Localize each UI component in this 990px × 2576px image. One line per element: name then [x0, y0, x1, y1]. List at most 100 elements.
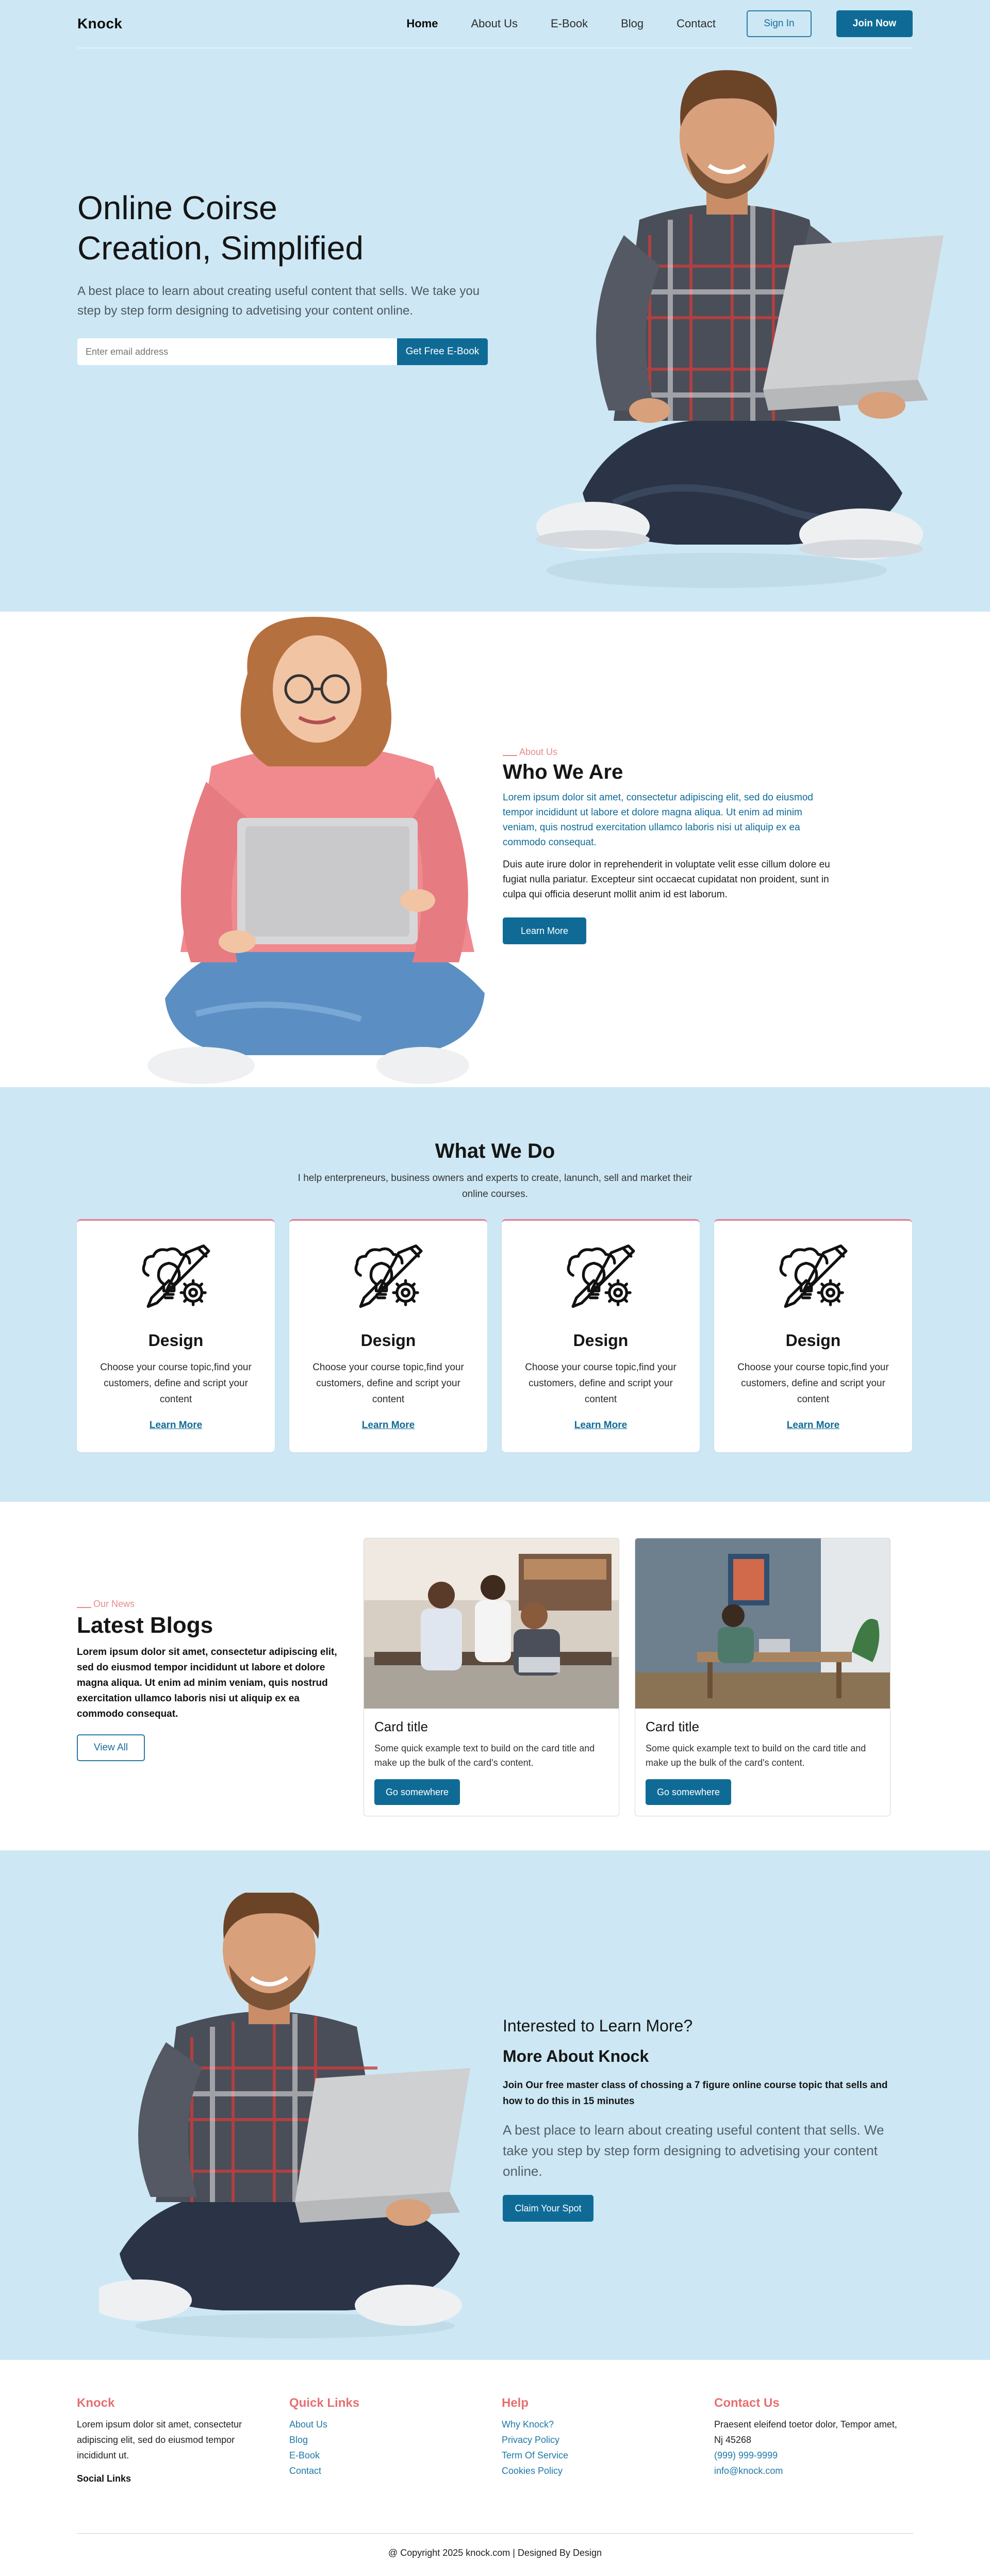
email-input[interactable] — [77, 338, 397, 365]
about-learn-more-button[interactable]: Learn More — [503, 917, 586, 944]
blog-image-home-office — [635, 1538, 890, 1709]
blog-card-title: Card title — [374, 1719, 428, 1734]
hero-subtitle: A best place to learn about creating use… — [77, 284, 480, 318]
design-idea-icon — [142, 1244, 210, 1308]
service-card-text: Choose your course topic,find your custo… — [100, 1362, 252, 1405]
about-person-image — [147, 617, 485, 1084]
about-title: Who We Are — [503, 761, 623, 783]
service-card: Design Choose your course topic,find you… — [289, 1219, 487, 1452]
footer-link-cookies[interactable]: Cookies Policy — [502, 2463, 714, 2479]
footer-col-contact: Contact Us Praesent eleifend toetor dolo… — [714, 2396, 927, 2484]
footer: Knock Lorem ipsum dolor sit amet, consec… — [0, 2360, 990, 2576]
hero-section: Knock Home About Us E-Book Blog Contact … — [0, 0, 990, 612]
hero-title: Online Coirse Creation, Simplified — [77, 188, 500, 268]
service-cards: Design Choose your course topic,find you… — [77, 1219, 912, 1452]
nav-link-about[interactable]: About Us — [471, 17, 518, 30]
footer-link-terms[interactable]: Term Of Service — [502, 2448, 714, 2463]
footer-link-ebook[interactable]: E-Book — [289, 2448, 502, 2463]
nav-link-home[interactable]: Home — [406, 17, 438, 30]
cta-section: Interested to Learn More? More About Kno… — [0, 1850, 990, 2360]
blog-card-text: Some quick example text to build on the … — [374, 1743, 595, 1768]
footer-link-contact[interactable]: Contact — [289, 2463, 502, 2479]
service-card: Design Choose your course topic,find you… — [77, 1219, 275, 1452]
services-section: What We Do I help enterpreneurs, busines… — [0, 1087, 990, 1502]
about-body: Duis aute irure dolor in reprehenderit i… — [503, 859, 830, 900]
nav-link-blog[interactable]: Blog — [621, 17, 644, 30]
service-card-text: Choose your course topic,find your custo… — [312, 1362, 464, 1405]
service-card: Design Choose your course topic,find you… — [502, 1219, 700, 1452]
blog-card-title: Card title — [646, 1719, 700, 1734]
hero-title-line1: Online Coirse — [77, 189, 277, 226]
go-somewhere-button[interactable]: Go somewhere — [374, 1779, 460, 1805]
cta-person-image — [99, 1893, 470, 2338]
design-idea-icon — [354, 1244, 423, 1308]
blog-card: Card title Some quick example text to bu… — [364, 1538, 619, 1816]
copyright-text: @ Copyright 2025 knock.com | Designed By… — [388, 2548, 602, 2558]
services-header: What We Do I help enterpreneurs, busines… — [0, 1140, 990, 1202]
nav-links: Home About Us E-Book Blog Contact Sign I… — [373, 10, 913, 37]
blogs-eyebrow: Our News — [77, 1599, 340, 1610]
navbar: Knock Home About Us E-Book Blog Contact … — [77, 0, 913, 48]
footer-phone-link[interactable]: (999) 999-9999 — [714, 2448, 927, 2463]
nav-link-contact[interactable]: Contact — [676, 17, 716, 30]
blogs-intro: Our News Latest Blogs Lorem ipsum dolor … — [77, 1599, 340, 1761]
blogs-title: Latest Blogs — [77, 1613, 213, 1638]
services-subtitle: I help enterpreneurs, business owners an… — [298, 1173, 692, 1200]
footer-brand: Knock — [77, 2396, 115, 2410]
blog-card-text: Some quick example text to build on the … — [646, 1743, 866, 1768]
help-title: Help — [502, 2396, 529, 2410]
cta-lead: Join Our free master class of chossing a… — [503, 2080, 888, 2107]
about-lead: Lorem ipsum dolor sit amet, consectetur … — [503, 792, 813, 848]
footer-col-about: Knock Lorem ipsum dolor sit amet, consec… — [77, 2396, 289, 2484]
cta-kicker: Interested to Learn More? — [503, 2016, 693, 2035]
footer-columns: Knock Lorem ipsum dolor sit amet, consec… — [77, 2396, 927, 2484]
footer-col-help: Help Why Knock? Privacy Policy Term Of S… — [502, 2396, 714, 2484]
service-learn-more-link[interactable]: Learn More — [574, 1420, 627, 1431]
hero-person-image — [536, 70, 944, 588]
cta-body: A best place to learn about creating use… — [503, 2122, 884, 2179]
footer-link-blog[interactable]: Blog — [289, 2432, 502, 2448]
service-card-title: Design — [360, 1331, 416, 1350]
footer-divider — [77, 2533, 913, 2534]
service-card-title: Design — [573, 1331, 629, 1350]
quick-links-title: Quick Links — [289, 2396, 360, 2410]
go-somewhere-button[interactable]: Go somewhere — [646, 1779, 731, 1805]
service-card-title: Design — [148, 1331, 204, 1350]
service-card-title: Design — [785, 1331, 841, 1350]
about-text: About Us Who We Are Lorem ipsum dolor si… — [503, 747, 833, 944]
footer-email-link[interactable]: info@knock.com — [714, 2463, 927, 2479]
blogs-lead: Lorem ipsum dolor sit amet, consectetur … — [77, 1647, 337, 1719]
nav-link-ebook[interactable]: E-Book — [551, 17, 588, 30]
social-links-label: Social Links — [77, 2473, 131, 2484]
service-card-text: Choose your course topic,find your custo… — [525, 1362, 676, 1405]
subscribe-form: Get Free E-Book — [77, 338, 500, 365]
sign-in-button[interactable]: Sign In — [747, 10, 812, 37]
claim-spot-button[interactable]: Claim Your Spot — [503, 2195, 593, 2222]
footer-link-about[interactable]: About Us — [289, 2417, 502, 2432]
brand-logo[interactable]: Knock — [77, 15, 122, 32]
cta-title: More About Knock — [503, 2047, 649, 2065]
hero-title-line2: Creation, Simplified — [77, 229, 364, 267]
footer-col-quick-links: Quick Links About Us Blog E-Book Contact — [289, 2396, 502, 2484]
blogs-section: Our News Latest Blogs Lorem ipsum dolor … — [0, 1502, 990, 1850]
service-learn-more-link[interactable]: Learn More — [150, 1420, 202, 1431]
cta-text: Interested to Learn More? More About Kno… — [503, 2016, 905, 2222]
hero-container: Knock Home About Us E-Book Blog Contact … — [77, 0, 944, 612]
footer-link-privacy[interactable]: Privacy Policy — [502, 2432, 714, 2448]
service-learn-more-link[interactable]: Learn More — [362, 1420, 415, 1431]
contact-title: Contact Us — [714, 2396, 780, 2410]
about-section: About Us Who We Are Lorem ipsum dolor si… — [0, 612, 990, 1087]
blog-card-body: Card title Some quick example text to bu… — [635, 1709, 890, 1805]
service-learn-more-link[interactable]: Learn More — [787, 1420, 839, 1431]
services-title: What We Do — [435, 1140, 555, 1162]
view-all-button[interactable]: View All — [77, 1734, 145, 1761]
footer-address: Praesent eleifend toetor dolor, Tempor a… — [714, 2419, 897, 2445]
get-ebook-button[interactable]: Get Free E-Book — [397, 338, 488, 365]
blog-card: Card title Some quick example text to bu… — [635, 1538, 890, 1816]
footer-link-why-knock[interactable]: Why Knock? — [502, 2417, 714, 2432]
blog-card-body: Card title Some quick example text to bu… — [364, 1709, 619, 1805]
hero-text: Online Coirse Creation, Simplified A bes… — [77, 188, 500, 365]
service-card-text: Choose your course topic,find your custo… — [737, 1362, 889, 1405]
footer-about-text: Lorem ipsum dolor sit amet, consectetur … — [77, 2419, 242, 2460]
join-now-button[interactable]: Join Now — [836, 10, 913, 37]
